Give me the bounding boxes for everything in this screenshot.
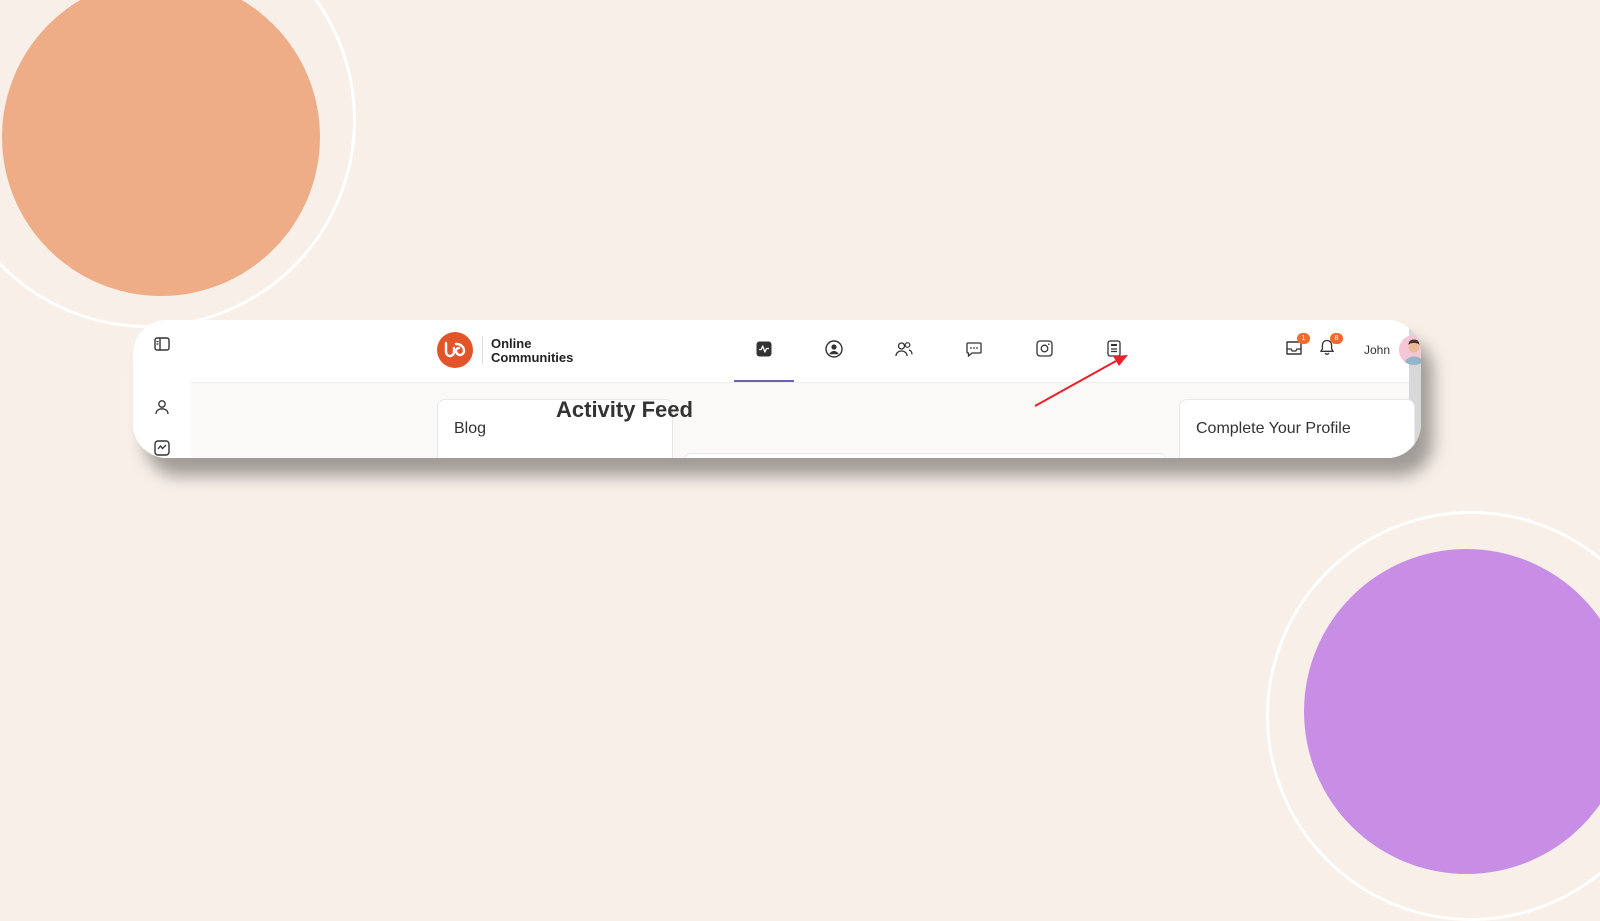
- page-title: Activity Feed: [556, 397, 693, 422]
- activity-icon[interactable]: [152, 438, 172, 458]
- tab-profile[interactable]: [804, 320, 864, 382]
- inbox-badge: 1: [1297, 333, 1310, 344]
- site-title-line2: Communities: [491, 350, 574, 365]
- app-window-crop: Online Communities 1 8 John Blog Complet…: [133, 320, 1421, 458]
- profile-circle-icon: [825, 339, 843, 363]
- messages-icon: [966, 341, 982, 362]
- tab-messages[interactable]: [944, 320, 1004, 382]
- user-name[interactable]: John: [1364, 343, 1390, 357]
- activity-post-box[interactable]: [683, 453, 1167, 458]
- profile-completion-title: Complete Your Profile: [1196, 420, 1351, 437]
- activity-pulse-icon: [756, 341, 772, 362]
- tab-documents[interactable]: [1084, 320, 1144, 382]
- blog-widget-title: Blog: [454, 420, 487, 437]
- sidebar-toggle-icon[interactable]: [152, 334, 172, 354]
- notifications-button[interactable]: 8: [1316, 333, 1343, 361]
- side-rail: [133, 320, 192, 458]
- tab-activity[interactable]: [734, 320, 794, 382]
- tab-members[interactable]: [874, 320, 934, 382]
- members-icon: [895, 341, 913, 362]
- avatar[interactable]: [1399, 335, 1421, 365]
- inbox-button[interactable]: 1: [1283, 333, 1310, 361]
- profile-completion-widget: Complete Your Profile: [1179, 399, 1415, 458]
- tab-photos[interactable]: [1014, 320, 1074, 382]
- notifications-badge: 8: [1330, 333, 1343, 344]
- top-navigation-bar: Online Communities 1 8 John: [191, 320, 1421, 383]
- site-title[interactable]: Online Communities: [491, 337, 573, 365]
- logo-divider: [482, 336, 483, 364]
- photos-icon: [1035, 340, 1053, 362]
- site-title-line1: Online: [491, 336, 532, 351]
- buddyboss-logo-icon[interactable]: [437, 332, 473, 368]
- documents-icon: [1107, 340, 1121, 362]
- main-content: Blog Complete Your Profile: [191, 383, 1415, 458]
- user-icon[interactable]: [152, 397, 172, 417]
